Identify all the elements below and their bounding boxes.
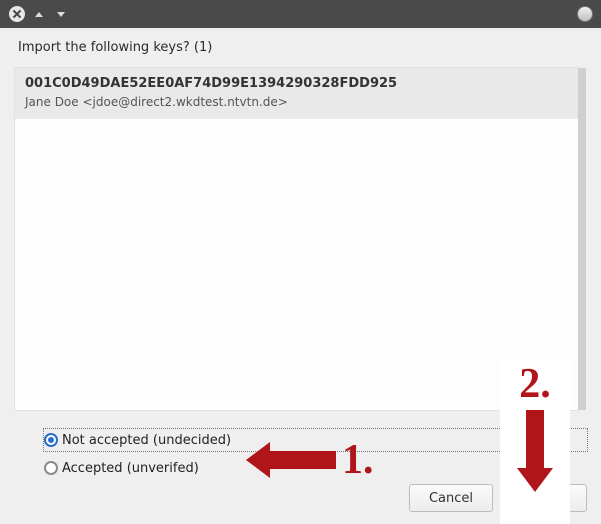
radio-not-accepted[interactable]: Not accepted (undecided) — [44, 429, 587, 451]
dialog-body: Import the following keys? (1) 001C0D49D… — [0, 28, 601, 524]
dialog-prompt: Import the following keys? (1) — [18, 40, 587, 55]
scrollbar[interactable] — [578, 68, 586, 410]
radio-label: Accepted (unverifed) — [62, 461, 199, 476]
maximize-button[interactable] — [52, 5, 70, 23]
radio-label: Not accepted (undecided) — [62, 433, 231, 448]
close-button[interactable] — [8, 5, 26, 23]
key-list: 001C0D49DAE52EE0AF74D99E1394290328FDD925… — [14, 67, 579, 411]
radio-icon — [44, 433, 58, 447]
close-icon — [9, 6, 25, 22]
key-fingerprint: 001C0D49DAE52EE0AF74D99E1394290328FDD925 — [25, 76, 568, 91]
user-avatar-icon[interactable] — [577, 6, 593, 22]
radio-icon — [44, 461, 58, 475]
chevron-up-icon — [35, 12, 43, 17]
acceptance-radio-group: Not accepted (undecided) Accepted (unver… — [44, 429, 587, 479]
radio-accepted[interactable]: Accepted (unverifed) — [44, 457, 587, 479]
minimize-button[interactable] — [30, 5, 48, 23]
key-userid: Jane Doe <jdoe@direct2.wkdtest.ntvtn.de> — [25, 95, 568, 109]
chevron-down-icon — [57, 12, 65, 17]
titlebar — [0, 0, 601, 28]
key-card[interactable]: 001C0D49DAE52EE0AF74D99E1394290328FDD925… — [15, 68, 578, 119]
cancel-button[interactable]: Cancel — [409, 484, 493, 512]
ok-button[interactable]: OK — [503, 484, 587, 512]
dialog-button-bar: Cancel OK — [409, 484, 587, 512]
